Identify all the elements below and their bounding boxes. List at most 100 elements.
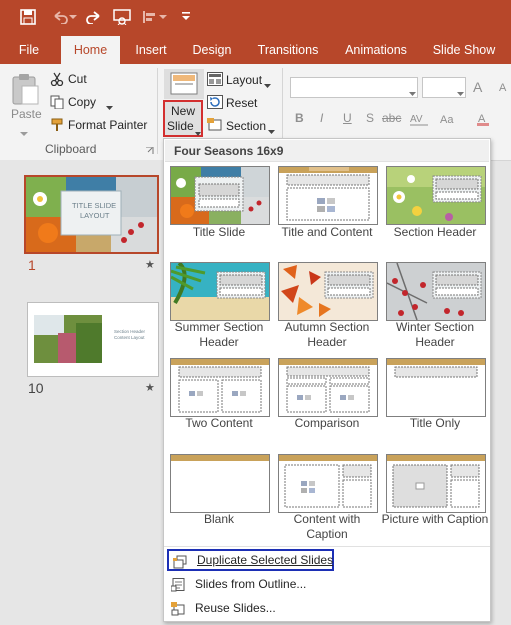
paste-button[interactable]: Paste [11, 107, 42, 121]
font-size-dropdown-icon[interactable] [457, 86, 464, 100]
underline-button[interactable]: U [343, 111, 352, 125]
italic-button[interactable]: I [320, 111, 323, 125]
slide-10-star-icon: ★ [145, 382, 155, 394]
new-slide-label-line2: Slide [167, 119, 194, 133]
layout-comparison-label: Comparison [294, 416, 360, 430]
shrink-font-button[interactable]: A [499, 82, 506, 94]
layout-winter-section-header[interactable] [386, 262, 486, 321]
font-name-input[interactable] [290, 77, 418, 98]
scissors-icon [50, 72, 64, 89]
undo-dropdown-icon[interactable] [68, 7, 78, 27]
layout-picture-with-caption-label: Picture with Caption [381, 512, 489, 526]
new-slide-thumbnail-icon[interactable] [164, 69, 204, 99]
layout-button[interactable]: Layout [226, 73, 262, 87]
font-name-dropdown-icon[interactable] [409, 86, 416, 100]
reset-button[interactable]: Reset [226, 96, 257, 110]
tab-design[interactable]: Design [186, 34, 238, 64]
layout-title-slide-label: Title Slide [192, 225, 246, 239]
layout-title-only[interactable] [386, 358, 486, 417]
layout-title-and-content-label: Title and Content [281, 225, 373, 239]
undo-icon[interactable] [50, 7, 70, 27]
layout-two-content[interactable] [170, 358, 270, 417]
layout-blank[interactable] [170, 454, 270, 513]
reuse-slides-label: Reuse Slides... [195, 601, 276, 615]
align-icon[interactable] [140, 7, 160, 27]
chevron-down-icon [195, 125, 201, 139]
align-dropdown-icon[interactable] [158, 7, 168, 27]
layout-title-only-label: Title Only [409, 416, 461, 430]
slide-10-title-line2: Content Layout [114, 335, 145, 340]
layout-autumn-section-header-label: Autumn Section Header [284, 320, 370, 349]
layout-blank-label: Blank [203, 512, 235, 526]
svg-text:AV: AV [410, 114, 423, 125]
reset-icon [207, 95, 223, 112]
duplicate-slides-icon [173, 554, 187, 569]
paste-dropdown-icon[interactable] [20, 126, 28, 140]
strikethrough-button[interactable]: abc [382, 111, 401, 125]
layout-comparison[interactable] [278, 358, 378, 417]
menu-divider [164, 546, 490, 547]
layout-autumn-section-header[interactable] [278, 262, 378, 321]
dialog-launcher-icon[interactable] [146, 144, 154, 158]
redo-icon[interactable] [84, 7, 104, 27]
reuse-slides-menu-item[interactable]: Reuse Slides... [167, 597, 485, 619]
slide-10-title-line1: Section Header [114, 329, 146, 334]
layout-title-and-content[interactable] [278, 166, 378, 225]
layout-section-header[interactable] [386, 166, 486, 225]
cut-button[interactable]: Cut [68, 72, 87, 86]
grow-font-button[interactable]: A [473, 79, 482, 95]
slide-1-star-icon: ★ [145, 259, 155, 271]
present-icon[interactable] [112, 7, 132, 27]
section-button[interactable]: Section [226, 119, 266, 133]
section-dropdown-icon[interactable] [268, 124, 275, 138]
slide-number-10: 10 [28, 380, 44, 396]
slide-thumbnail-10[interactable]: Section Header Content Layout [27, 302, 159, 377]
layout-summer-section-header-label: Summer Section Header [174, 320, 264, 349]
layout-content-with-caption[interactable] [278, 454, 378, 513]
character-spacing-icon[interactable]: AV [410, 112, 430, 129]
slide-thumbnail-1[interactable]: TITLE SLIDE LAYOUT [24, 175, 159, 254]
bold-button[interactable]: B [295, 111, 304, 125]
layout-section-header-label: Section Header [393, 225, 477, 239]
reuse-slides-icon [171, 601, 185, 616]
font-color-icon[interactable]: A [476, 112, 496, 129]
font-size-input[interactable] [422, 77, 466, 98]
new-slide-button[interactable]: New Slide [163, 100, 203, 137]
slides-from-outline-menu-item[interactable]: Slides from Outline... [167, 573, 485, 595]
tab-transitions[interactable]: Transitions [250, 34, 326, 64]
customize-icon[interactable] [176, 7, 196, 27]
duplicate-selected-slides-label: Duplicate Selected Slides [197, 553, 334, 567]
tab-animations[interactable]: Animations [338, 34, 414, 64]
slide-number-1: 1 [28, 257, 36, 273]
layout-picture-with-caption[interactable] [386, 454, 486, 513]
slide-thumbnail-pane: TITLE SLIDE LAYOUT 1 ★ Section Header Co… [0, 160, 163, 625]
save-icon[interactable] [18, 7, 38, 27]
layout-content-with-caption-label: Content with Caption [293, 512, 361, 541]
outline-icon [170, 577, 185, 592]
paste-icon[interactable] [10, 72, 40, 106]
format-painter-button[interactable]: Format Painter [68, 118, 147, 132]
shadow-button[interactable]: S [366, 111, 374, 125]
group-divider [157, 68, 158, 154]
tab-file[interactable]: File [8, 34, 50, 64]
gallery-heading: Four Seasons 16x9 [165, 140, 489, 162]
slide-1-title-line1: TITLE SLIDE [72, 201, 117, 210]
slide-1-title-line2: LAYOUT [80, 211, 110, 220]
layout-winter-section-header-label: Winter Section Header [395, 320, 475, 349]
copy-button[interactable]: Copy [68, 95, 96, 109]
layout-title-slide[interactable] [170, 166, 270, 225]
layout-dropdown-icon[interactable] [264, 78, 271, 92]
change-case-icon[interactable]: Aa [440, 112, 460, 129]
duplicate-selected-slides-menu-item[interactable]: Duplicate Selected Slides [167, 549, 334, 571]
copy-dropdown-icon[interactable] [106, 100, 113, 114]
slides-from-outline-label: Slides from Outline... [195, 577, 307, 591]
tab-home[interactable]: Home [61, 36, 120, 64]
svg-text:Aa: Aa [440, 114, 454, 126]
tab-insert[interactable]: Insert [128, 34, 174, 64]
clipboard-group-label: Clipboard [45, 142, 97, 156]
layout-two-content-label: Two Content [185, 416, 253, 430]
new-slide-label-line1: New [171, 104, 196, 118]
layout-summer-section-header[interactable] [170, 262, 270, 321]
layout-icon [207, 72, 223, 89]
tab-slide-show[interactable]: Slide Show [426, 34, 502, 64]
